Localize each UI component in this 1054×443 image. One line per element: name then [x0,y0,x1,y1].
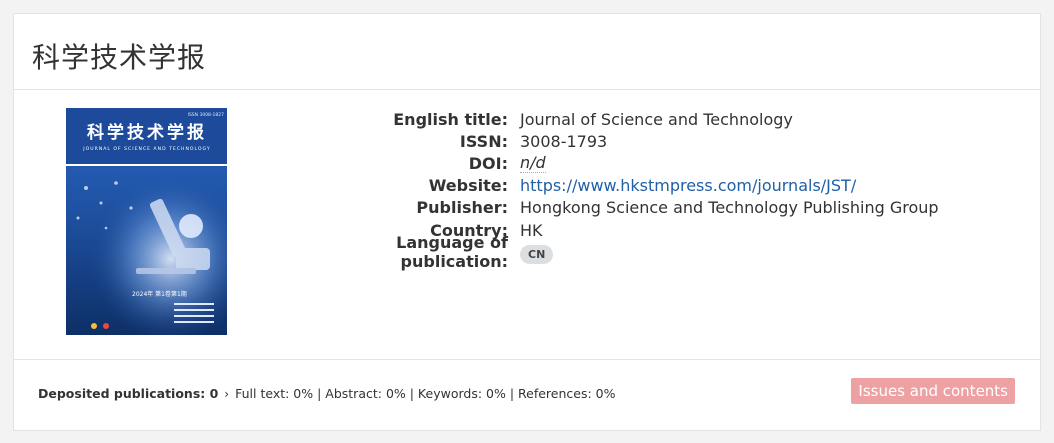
website-link[interactable]: https://www.hkstmpress.com/journals/JST/ [520,176,856,195]
deposited-publications-label: Deposited publications: 0 [38,386,219,401]
meta-label: Language of publication: [396,233,508,272]
issn-value: 3008-1793 [520,131,608,151]
english-title-value: Journal of Science and Technology [520,109,793,129]
journal-title: 科学技术学报 [32,41,207,74]
meta-row-website: Website: https://www.hkstmpress.com/jour… [294,175,939,197]
cover-issue: 2024年 第1卷第1期 [132,290,187,298]
stats-text: Full text: 0% | Abstract: 0% | Keywords:… [235,386,616,401]
issues-and-contents-button[interactable]: Issues and contents [851,378,1015,404]
meta-row-doi: DOI: n/d [294,152,939,174]
cover-title-cn: 科学技术学报 [87,122,207,143]
meta-label: DOI: [468,153,508,173]
meta-row-issn: ISSN: 3008-1793 [294,130,939,152]
card-body: ISSN 3008-1827 科学技术学报 JOURNAL OF SCIENCE… [14,90,1040,360]
meta-label: Publisher: [416,198,508,218]
cover-title-en: JOURNAL OF SCIENCE AND TECHNOLOGY [82,146,210,152]
card-header: 科学技术学报 [14,14,1040,90]
doi-value: n/d [520,152,546,173]
language-badge: CN [520,244,554,264]
country-value: HK [520,220,543,240]
language-value: CN [520,241,554,264]
publisher-value: Hongkong Science and Technology Publishi… [520,198,939,218]
journal-metadata: English title: Journal of Science and Te… [294,108,939,272]
journal-cover-image: ISSN 3008-1827 科学技术学报 JOURNAL OF SCIENCE… [66,108,227,335]
meta-row-language: Language of publication: CN [294,233,939,271]
meta-label: ISSN: [459,131,508,151]
meta-row-publisher: Publisher: Hongkong Science and Technolo… [294,197,939,219]
meta-label: English title: [393,109,508,129]
card-footer: Deposited publications: 0 › Full text: 0… [14,360,1040,430]
chevron-right-icon: › [224,387,230,401]
meta-label: Website: [428,176,508,196]
journal-card: 科学技术学报 ISSN 3008-1827 科学技术学报 JOURNAL OF … [13,13,1041,431]
meta-row-english-title: English title: Journal of Science and Te… [294,108,939,130]
cover-issn: ISSN 3008-1827 [188,112,225,118]
publication-stats: Deposited publications: 0 › Full text: 0… [38,386,615,401]
